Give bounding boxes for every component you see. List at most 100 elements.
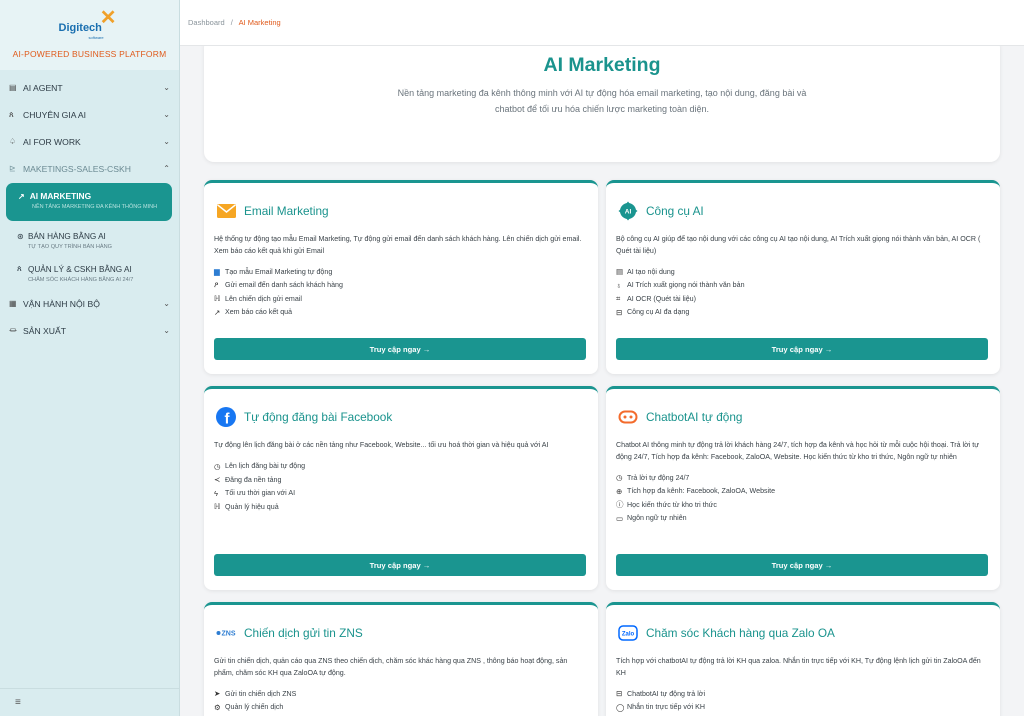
- card-description: Hệ thống tự động tạo mẫu Email Marketing…: [214, 235, 582, 255]
- chevron-up-icon: ⌃: [163, 164, 170, 173]
- card-zns-campaign: ZNS Chiến dịch gửi tin ZNS Gửi tin chiến…: [204, 602, 598, 716]
- sidebar-item-marketing-sales[interactable]: ⊵ MAKETINGS-SALES-CSKH ⌃: [0, 155, 179, 182]
- page-description: Nền tảng marketing đa kênh thông minh vớ…: [397, 88, 807, 114]
- hero-banner: AI Marketing Nền tảng marketing đa kênh …: [204, 46, 1000, 162]
- factory-icon: ⏛: [9, 326, 17, 335]
- subitem-subtitle: NỀN TẢNG MARKETING ĐA KÊNH THÔNG MINH: [32, 204, 158, 210]
- feature-item: ➤ Gửi tin chiến dịch ZNS: [214, 689, 297, 699]
- logo-x-icon: ✕: [99, 7, 117, 29]
- access-button[interactable]: Truy cập ngay →: [616, 338, 988, 360]
- card-chatbot-ai: ChatbotAI tự động Chatbot AI thông minh …: [606, 386, 1000, 590]
- card-title: ChatbotAI tự động: [646, 410, 743, 424]
- feature-item: ⊟ Công cụ AI đa dạng: [616, 307, 690, 317]
- sidebar-item-label: CHUYÊN GIA AI: [23, 109, 87, 120]
- card-zalo-oa: Zalo Chăm sóc Khách hàng qua Zalo OA Tíc…: [606, 602, 1000, 716]
- sidebar-item-label: MAKETINGS-SALES-CSKH: [23, 163, 131, 174]
- sidebar-item-chuyen-gia-ai[interactable]: ጰ CHUYÊN GIA AI ⌄: [0, 101, 179, 128]
- grid-icon: ▦: [9, 299, 17, 308]
- chatbot-icon: [618, 407, 638, 427]
- feature-item: ⓘ Học kiến thức từ kho tri thức: [616, 500, 717, 510]
- sidebar-item-label: VẬN HÀNH NỘI BỘ: [23, 298, 100, 309]
- card-title: Tự động đăng bài Facebook: [244, 410, 393, 424]
- chat-bubble-icon: ◯: [616, 702, 625, 712]
- feature-item: ϟ Tối ưu thời gian với AI: [214, 488, 296, 498]
- clock-icon: ◷: [214, 461, 221, 471]
- feature-item: ⊕ Tích hợp đa kênh: Facebook, ZaloOA, Web…: [616, 486, 776, 496]
- menu-icon: ≡: [15, 697, 21, 708]
- sidebar-item-label: AI AGENT: [23, 82, 63, 93]
- card-title: Chăm sóc Khách hàng qua Zalo OA: [646, 626, 835, 640]
- card-description: Tích hợp với chatbotAI tự động trả lời K…: [616, 657, 981, 677]
- feature-list: ◷ Lên lịch đăng bài tự động ≺ Đăng đa nền …: [214, 460, 588, 514]
- users-icon: ጰ: [17, 264, 22, 273]
- feature-item: ◷ Lên lịch đăng bài tự động: [214, 461, 306, 471]
- trend-icon: ↗: [214, 307, 221, 317]
- card-title: Chiến dịch gửi tin ZNS: [244, 626, 363, 640]
- feature-item: ▤ AI tạo nội dung: [616, 267, 675, 277]
- card-title: Email Marketing: [244, 204, 329, 218]
- sidebar-nav: ▤ AI AGENT ⌄ ጰ CHUYÊN GIA AI ⌄ ♤ AI FOR …: [0, 70, 179, 344]
- access-button[interactable]: Truy cập ngay →: [214, 554, 586, 576]
- access-button[interactable]: Truy cập ngay →: [214, 338, 586, 360]
- feature-list: ▤ AI tạo nội dung ♁ AI Trích xuất giọng nó…: [616, 265, 990, 319]
- logo[interactable]: Digitech ✕ software: [55, 8, 125, 40]
- chevron-down-icon: ⌄: [163, 83, 170, 92]
- subitem-title: QUẢN LÝ & CSKH BẰNG AI: [28, 264, 132, 274]
- card-ai-tools: AI Công cụ AI Bộ công cụ AI giúp để tạo …: [606, 180, 1000, 374]
- feature-item: ℍ Lên chiến dịch gửi email: [214, 294, 302, 304]
- card-facebook-autopost: f Tự động đăng bài Facebook Tự động lên …: [204, 386, 598, 590]
- svg-text:Zalo: Zalo: [622, 632, 635, 638]
- feature-list: ➤ Gửi tin chiến dịch ZNS ⚙ Quản lý chiến d…: [214, 687, 588, 714]
- sidebar-item-label: AI FOR WORK: [23, 136, 81, 147]
- chart-icon: ⊵: [9, 164, 16, 173]
- sidebar-item-ai-for-work[interactable]: ♤ AI FOR WORK ⌄: [0, 128, 179, 155]
- microphone-icon: ♁: [616, 280, 622, 290]
- card-description: Tự động lên lịch đăng bài ở các nền tảng…: [214, 441, 549, 449]
- sidebar-subitem-cskh[interactable]: ጰ QUẢN LÝ & CSKH BẰNG AI CHĂM SÓC KHÁCH H…: [0, 257, 179, 290]
- logo-subtext: software: [88, 35, 104, 40]
- brain-icon: ⓘ: [616, 500, 624, 510]
- send-icon: ➤: [214, 689, 221, 699]
- sidebar-item-ai-agent[interactable]: ▤ AI AGENT ⌄: [0, 74, 179, 101]
- robot-icon: ▤: [9, 83, 17, 92]
- collapse-sidebar-button[interactable]: ≡: [0, 688, 180, 716]
- svg-text:AI: AI: [625, 209, 632, 216]
- briefcase-icon: ♤: [9, 137, 17, 146]
- subitem-title: BÁN HÀNG BẰNG AI: [28, 232, 106, 241]
- feature-item: ℍ Quản lý hiệu quả: [214, 502, 279, 512]
- users-icon: ዖ: [214, 280, 219, 290]
- email-icon: [216, 201, 236, 221]
- bar-chart-icon: ℍ: [214, 294, 221, 304]
- zns-icon: ZNS: [216, 623, 236, 643]
- chat-bubble-icon: ▭: [616, 513, 624, 523]
- card-description: Gửi tin chiến dịch, quản cáo qua ZNS the…: [214, 657, 568, 677]
- access-button[interactable]: Truy cập ngay →: [616, 554, 988, 576]
- feature-item: ▆ Tạo mẫu Email Marketing tự động: [214, 267, 333, 277]
- breadcrumb-dashboard[interactable]: Dashboard: [188, 18, 225, 27]
- sidebar-item-label: SẢN XUẤT: [23, 325, 66, 336]
- scan-icon: ⌗: [616, 293, 621, 303]
- chevron-down-icon: ⌄: [163, 299, 170, 308]
- card-title: Công cụ AI: [646, 204, 704, 218]
- feature-list: ◷ Trả lời tự động 24/7 ⊕ Tích hợp đa kênh:…: [616, 471, 990, 525]
- feature-item: ⊟ ChatbotAI tự động trả lời: [616, 689, 706, 699]
- sidebar-item-san-xuat[interactable]: ⏛ SẢN XUẤT ⌄: [0, 317, 179, 344]
- chevron-down-icon: ⌄: [163, 110, 170, 119]
- card-email-marketing: Email Marketing Hệ thống tự động tạo mẫu…: [204, 180, 598, 374]
- feature-item: ◯ Nhắn tin trực tiếp với KH: [616, 702, 706, 712]
- robot-icon: ⊟: [616, 689, 623, 699]
- page-title: AI Marketing: [543, 54, 661, 76]
- feature-item: ዖ Gửi email đến danh sách khách hàng: [214, 280, 343, 290]
- card-description: Chatbot AI thông minh tự động trả lời kh…: [616, 441, 979, 461]
- chevron-down-icon: ⌄: [163, 326, 170, 335]
- feature-item: ≺ Đăng đa nền tảng: [214, 475, 282, 485]
- ai-chip-icon: AI: [618, 201, 638, 221]
- sidebar-subitem-ai-marketing[interactable]: ↗ AI MARKETING NỀN TẢNG MARKETING ĐA KÊNH…: [6, 183, 172, 221]
- sidebar-subitem-ban-hang[interactable]: ⊛ BÁN HÀNG BẰNG AI TỰ TẠO QUY TRÌNH BÁN H…: [0, 225, 179, 257]
- feature-list: ▆ Tạo mẫu Email Marketing tự động ዖ Gửi em…: [214, 265, 588, 319]
- breadcrumb-current: AI Marketing: [238, 18, 281, 27]
- robot-icon: ⊟: [616, 307, 623, 317]
- subitem-subtitle: CHĂM SÓC KHÁCH HÀNG BẰNG AI 24/7: [28, 277, 134, 283]
- feature-item: ◷ Trả lời tự động 24/7: [616, 473, 690, 483]
- sidebar-item-van-hanh[interactable]: ▦ VẬN HÀNH NỘI BỘ ⌄: [0, 290, 179, 317]
